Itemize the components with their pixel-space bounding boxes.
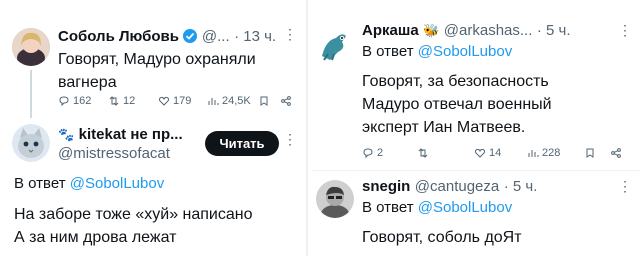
bee-icon: 🐝: [423, 23, 440, 38]
views-count: 228: [542, 147, 561, 159]
reply-prefix: В ответ: [14, 175, 66, 192]
thread-line: [30, 70, 32, 118]
tweet-time[interactable]: · 5 ч.: [504, 178, 538, 195]
tweet2-text: На заборе тоже «хуй» написано А за ним д…: [14, 203, 298, 249]
follow-button[interactable]: Читать: [205, 131, 279, 156]
panel-divider: [306, 0, 308, 256]
retweet-button[interactable]: 12: [108, 95, 135, 107]
tweet-text-line: эксперт Иан Матвеев.: [362, 119, 526, 136]
like-button[interactable]: 14: [474, 147, 501, 159]
tweet-text-line: Мадуро отвечал военный: [362, 96, 552, 113]
paw-icon: 🐾: [58, 127, 75, 142]
right-thread-panel: Аркаша 🐝 @arkashas... · 5 ч. ⋮ В ответ @…: [312, 0, 640, 256]
like-count: 14: [489, 147, 502, 159]
reply-prefix: В ответ: [362, 199, 414, 216]
bookmark-icon: [586, 148, 594, 158]
tweet-separator: [312, 170, 640, 171]
tweet-text-line: А за ним дрова лежат: [14, 229, 177, 246]
reply-count: 2: [377, 147, 384, 159]
retweet-icon: [418, 148, 428, 158]
bookmark-button[interactable]: [258, 95, 270, 107]
author-name[interactable]: kitekat не пр...: [79, 126, 183, 143]
tweet-time[interactable]: · 5 ч.: [537, 22, 571, 39]
retweet-button[interactable]: [417, 147, 429, 159]
views-icon: [528, 150, 539, 157]
tweet1-text: Говорят, за безопасность Мадуро отвечал …: [362, 70, 632, 139]
reply-context: В ответ @SobolLubov: [362, 43, 512, 60]
avatar-sobol[interactable]: [12, 28, 50, 66]
reply-context: В ответ @SobolLubov: [14, 175, 164, 192]
author-name[interactable]: snegin: [362, 178, 410, 195]
share-icon: [281, 96, 291, 106]
views-icon: [208, 98, 219, 105]
verified-badge-icon: [183, 29, 198, 43]
author-handle[interactable]: @...: [202, 28, 230, 45]
views-button[interactable]: 24,5K: [207, 95, 251, 107]
retweet-count: 12: [123, 95, 136, 107]
reply-to-link[interactable]: @SobolLubov: [70, 175, 164, 192]
more-options-icon[interactable]: ⋮: [618, 22, 633, 39]
retweet-icon: [109, 96, 119, 106]
heart-icon: [158, 96, 170, 106]
avatar-arkasha-image: [316, 26, 354, 64]
avatar-snegin[interactable]: [316, 180, 354, 218]
tweet-text-line: На заборе тоже «хуй» написано: [14, 206, 253, 223]
share-button[interactable]: [610, 147, 622, 159]
avatar-kitekat[interactable]: [12, 124, 50, 162]
left-thread-panel: Соболь Любовь @... · 13 ч. ⋮ Говорят, Ма…: [0, 0, 300, 256]
tweet-text-line: Говорят, соболь доЯт: [362, 229, 522, 246]
avatar-snegin-image: [316, 180, 354, 218]
reply-button[interactable]: 162: [58, 95, 91, 107]
more-options-icon[interactable]: ⋮: [283, 26, 298, 43]
reply-to-link[interactable]: @SobolLubov: [418, 43, 512, 60]
tweet-text-line: Говорят, за безопасность: [362, 73, 549, 90]
avatar-kitekat-image: [12, 124, 50, 162]
author-handle[interactable]: @arkashas...: [444, 22, 533, 39]
tweet2-header: 🐾 kitekat не пр...: [58, 126, 183, 144]
tweet-text-line: вагнера: [58, 74, 117, 91]
author-name[interactable]: Аркаша: [362, 22, 419, 39]
reply-to-link[interactable]: @SobolLubov: [418, 199, 512, 216]
reply-icon: [59, 96, 69, 107]
author-handle[interactable]: @cantugeza: [415, 178, 499, 195]
tweet1-header: Соболь Любовь @... · 13 ч.: [58, 28, 276, 46]
reply-prefix: В ответ: [362, 43, 414, 60]
tweet-time[interactable]: · 13 ч.: [234, 28, 276, 45]
reply-button[interactable]: 2: [362, 147, 383, 159]
heart-icon: [474, 148, 486, 158]
share-button[interactable]: [280, 95, 292, 107]
author-name[interactable]: Соболь Любовь: [58, 28, 179, 45]
avatar-sobol-image: [12, 28, 50, 66]
like-button[interactable]: 179: [158, 95, 191, 107]
tweet1-text: Говорят, Мадуро охраняли вагнера: [58, 48, 294, 94]
like-count: 179: [173, 95, 192, 107]
reply-context: В ответ @SobolLubov: [362, 199, 512, 216]
reply-count: 162: [73, 95, 92, 107]
more-options-icon[interactable]: ⋮: [618, 178, 633, 195]
avatar-arkasha[interactable]: [316, 26, 354, 64]
share-icon: [611, 148, 621, 158]
more-options-icon[interactable]: ⋮: [283, 131, 298, 148]
reply-icon: [363, 148, 373, 159]
views-count: 24,5K: [222, 95, 251, 107]
author-handle[interactable]: @mistressofacat: [58, 145, 170, 162]
tweet1-header: Аркаша 🐝 @arkashas... · 5 ч.: [362, 22, 571, 40]
views-button[interactable]: 228: [527, 147, 560, 159]
tweet2-text: Говорят, соболь доЯт: [362, 226, 632, 249]
bookmark-button[interactable]: [584, 147, 596, 159]
bookmark-icon: [260, 96, 268, 106]
tweet-text-line: Говорят, Мадуро охраняли: [58, 51, 256, 68]
tweet2-header: snegin @cantugeza · 5 ч.: [362, 178, 537, 196]
